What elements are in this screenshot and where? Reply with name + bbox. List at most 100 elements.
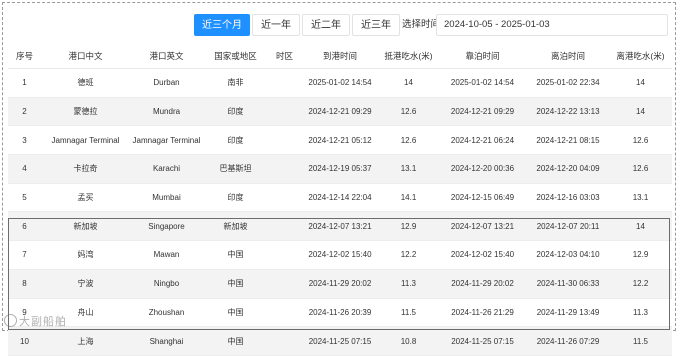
watermark: 大副船舶 [4,314,67,330]
table-cell: Durban [130,68,203,98]
date-range-input[interactable]: 2024-10-05 - 2025-01-03 [436,14,668,36]
table-cell: 4 [8,154,41,184]
table-cell: 3 [8,125,41,156]
table-cell: 2024-12-07 20:11 [527,211,609,242]
table-cell: 2024-12-22 13:13 [527,97,609,127]
table-cell: Jamnagar Terminal [130,125,203,156]
table-cell: 中国 [203,240,268,270]
table-cell: 孟买 [41,183,130,213]
table-header-row: 序号 港口中文 港口英文 国家或地区 时区 到港时间 抵港吃水(米) 靠泊时间 … [8,44,672,69]
table-cell: 13.1 [609,183,672,213]
table-cell: 14 [379,68,438,98]
table-cell: 宁波 [41,269,130,299]
table-cell: Karachi [130,154,203,184]
table-cell: 8 [8,269,41,299]
column-header[interactable]: 港口英文 [130,44,203,69]
table-cell [268,240,301,270]
column-header[interactable]: 港口中文 [41,44,130,69]
table-cell: 6 [8,211,41,242]
table-cell: 11.5 [379,298,438,328]
table-cell: 2025-01-02 14:54 [438,68,527,98]
table-cell: Mumbai [130,183,203,213]
table-cell: 中国 [203,298,268,328]
table-cell: 2024-12-02 15:40 [301,240,379,270]
table-cell: 5 [8,183,41,213]
table-cell [268,125,301,156]
table-cell: 2025-01-02 14:54 [301,68,379,98]
table-cell: 德班 [41,68,130,98]
table-cell: 2025-01-02 22:34 [527,68,609,98]
table-row[interactable]: 8 宁波 Ningbo 中国 2024-11-29 20:02 11.3 2024-11-2… [8,269,672,299]
table-cell: 印度 [203,183,268,213]
table-cell: 12.2 [609,269,672,299]
table-cell: 2024-11-25 07:15 [301,326,379,356]
table-cell [268,154,301,184]
column-header[interactable]: 时区 [268,44,301,69]
table-cell: 12.9 [379,211,438,242]
table-cell: 2024-12-15 06:49 [438,183,527,213]
table-row[interactable]: 1 德班 Durban 南非 2025-01-02 14:54 14 2025-01-02 … [8,68,672,98]
table-cell: 妈湾 [41,240,130,270]
column-header[interactable]: 抵港吃水(米) [379,44,438,69]
table-cell: 2024-12-07 13:21 [301,211,379,242]
table-cell: 新加坡 [203,211,268,242]
table-cell: Singapore [130,211,203,242]
table-cell: 11.3 [379,269,438,299]
filter-toolbar: 近三个月 近一年 近二年 近三年 选择时间 2024-10-05 - 2025-… [0,14,680,36]
table-cell: 12.6 [609,125,672,156]
table-cell: 中国 [203,269,268,299]
table-cell: 2024-12-19 05:37 [301,154,379,184]
table-row[interactable]: 4 卡拉奇 Karachi 巴基斯坦 2024-12-19 05:37 13.1 2024-… [8,154,672,184]
table-cell: 10.8 [379,326,438,356]
table-cell: Mundra [130,97,203,127]
column-header[interactable]: 到港时间 [301,44,379,69]
table-cell: 13.1 [379,154,438,184]
table-cell: 2 [8,97,41,127]
table-cell: Ningbo [130,269,203,299]
table-cell: 2024-11-29 20:02 [438,269,527,299]
table-cell: Jamnagar Terminal [41,125,130,156]
tab-one-year[interactable]: 近一年 [252,14,300,36]
table-cell [268,298,301,328]
watermark-text: 大副船舶 [19,316,67,328]
table-cell: 2024-12-02 15:40 [438,240,527,270]
column-header[interactable]: 靠泊时间 [438,44,527,69]
table-cell: 12.2 [379,240,438,270]
table-row[interactable]: 10 上海 Shanghai 中国 2024-11-25 07:15 10.8 2024-1… [8,326,672,356]
watermark-logo-icon [4,314,17,327]
table-row[interactable]: 2 蒙德拉 Mundra 印度 2024-12-21 09:29 12.6 2024-12-… [8,97,672,127]
table-cell: 蒙德拉 [41,97,130,127]
table-cell: 2024-12-14 22:04 [301,183,379,213]
column-header[interactable]: 离泊时间 [527,44,609,69]
table-cell: 2024-12-07 13:21 [438,211,527,242]
table-row[interactable]: 7 妈湾 Mawan 中国 2024-12-02 15:40 12.2 2024-12-02… [8,240,672,270]
table-cell: 巴基斯坦 [203,154,268,184]
table-cell: 12.6 [609,154,672,184]
tab-three-months[interactable]: 近三个月 [194,14,250,36]
table-row[interactable]: 6 新加坡 Singapore 新加坡 2024-12-07 13:21 12.9 2024… [8,211,672,242]
table-cell: 12.9 [609,240,672,270]
table-cell: 南非 [203,68,268,98]
table-row[interactable]: 5 孟买 Mumbai 印度 2024-12-14 22:04 14.1 2024-12-1… [8,183,672,213]
tab-three-years[interactable]: 近三年 [352,14,400,36]
table-cell: 2024-12-21 09:29 [438,97,527,127]
table-cell: 2024-12-20 04:09 [527,154,609,184]
table-cell [268,183,301,213]
table-cell: Zhoushan [130,298,203,328]
table-row[interactable]: 3 Jamnagar Terminal Jamnagar Terminal 印度 202… [8,125,672,156]
table-row[interactable]: 9 舟山 Zhoushan 中国 2024-11-26 20:39 11.5 2024-11… [8,298,672,328]
table-cell: 2024-11-25 07:15 [438,326,527,356]
table-cell: 2024-12-03 04:10 [527,240,609,270]
table-cell: 12.6 [379,125,438,156]
table-cell: 印度 [203,97,268,127]
column-header[interactable]: 序号 [8,44,41,69]
table-cell: 1 [8,68,41,98]
table-cell: 卡拉奇 [41,154,130,184]
table-cell [268,97,301,127]
tab-two-years[interactable]: 近二年 [302,14,350,36]
column-header[interactable]: 国家或地区 [203,44,268,69]
table-cell: 2024-12-20 00:36 [438,154,527,184]
table-cell: 上海 [41,326,130,356]
column-header[interactable]: 离港吃水(米) [609,44,672,69]
table-cell [268,269,301,299]
